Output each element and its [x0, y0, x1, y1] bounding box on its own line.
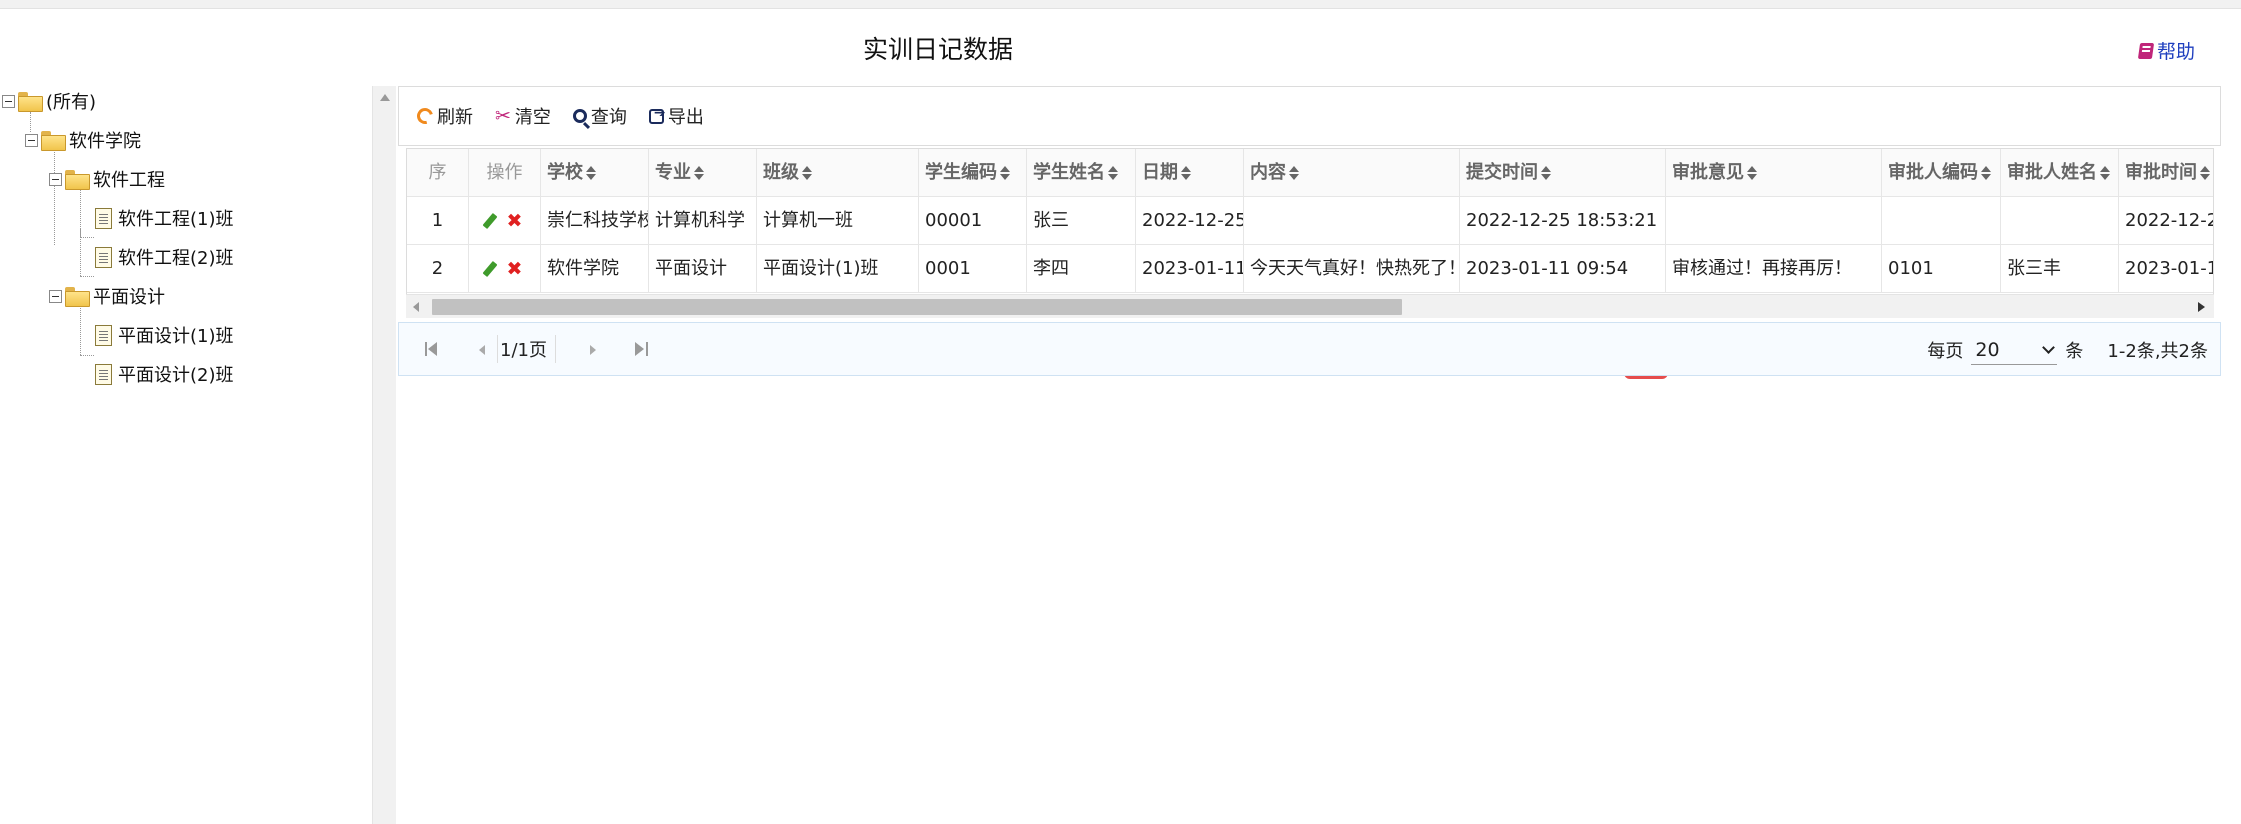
- sort-icon: [2100, 166, 2110, 180]
- last-page-icon[interactable]: [634, 342, 648, 356]
- sort-icon: [1747, 166, 1757, 180]
- refresh-button[interactable]: 刷新: [414, 103, 473, 129]
- sort-icon: [694, 166, 704, 180]
- horizontal-scrollbar[interactable]: [406, 294, 2214, 318]
- first-page-icon[interactable]: [425, 342, 439, 356]
- next-page-icon[interactable]: [586, 342, 600, 356]
- edit-icon[interactable]: [482, 260, 497, 278]
- column-header-major[interactable]: 专业: [649, 149, 757, 197]
- column-header-class[interactable]: 班级: [757, 149, 919, 197]
- tree-scrollbar[interactable]: [372, 86, 396, 824]
- column-header-submit-time[interactable]: 提交时间: [1460, 149, 1666, 197]
- tree-node-all[interactable]: (所有): [2, 86, 96, 116]
- sort-icon: [2200, 166, 2210, 180]
- document-icon: [95, 207, 112, 229]
- edit-icon[interactable]: [482, 212, 497, 230]
- tree-node-gd-class-1[interactable]: 平面设计(1)班: [95, 320, 234, 350]
- scroll-up-arrow-icon[interactable]: [380, 94, 390, 101]
- folder-icon: [65, 287, 90, 307]
- tree-node-se-class-2[interactable]: 软件工程(2)班: [95, 242, 234, 272]
- column-header-content[interactable]: 内容: [1244, 149, 1460, 197]
- sort-icon: [1541, 166, 1551, 180]
- column-header-approver-name[interactable]: 审批人姓名: [2001, 149, 2119, 197]
- table-row[interactable]: 1 ✖ 崇仁科技学校 计算机科学 计算机一班 00001 张三 2022-12-…: [407, 197, 2213, 245]
- chevron-down-icon: [2042, 340, 2056, 354]
- column-header-student-name[interactable]: 学生姓名: [1027, 149, 1136, 197]
- column-header-approval-comment[interactable]: 审批意见: [1666, 149, 1882, 197]
- collapse-toggle-icon[interactable]: [49, 289, 62, 303]
- page-info: 1/1页: [500, 340, 547, 361]
- sort-icon: [1981, 166, 1991, 180]
- scrollbar-thumb[interactable]: [432, 299, 1402, 315]
- scroll-right-arrow-icon[interactable]: [2198, 302, 2205, 312]
- pager-right: 每页 20 条 1-2条,共2条: [1927, 323, 2208, 377]
- column-header-date[interactable]: 日期: [1136, 149, 1244, 197]
- search-icon: [572, 109, 587, 123]
- column-header-approval-time[interactable]: 审批时间: [2119, 149, 2213, 197]
- tree-node-software-college[interactable]: 软件学院: [25, 125, 141, 155]
- page-title: 实训日记数据: [862, 35, 1013, 64]
- tree-node-software-engineering[interactable]: 软件工程: [49, 164, 165, 194]
- sort-icon: [1289, 166, 1299, 180]
- column-header-actions: 操作: [469, 149, 541, 197]
- toolbar: 刷新 ✂ 清空 查询 导出: [398, 86, 2221, 146]
- book-icon: [2137, 42, 2155, 59]
- tree-node-se-class-1[interactable]: 软件工程(1)班: [95, 203, 234, 233]
- pagination-bar: 1/1页 每页 20 条 1-2条,共2条: [398, 322, 2221, 376]
- tree-node-gd-class-2[interactable]: 平面设计(2)班: [95, 359, 234, 389]
- page-size-select[interactable]: 20: [1971, 335, 2058, 365]
- tree-node-graphic-design[interactable]: 平面设计: [49, 281, 165, 311]
- column-header-index: 序: [407, 149, 469, 197]
- table-row[interactable]: 2 ✖ 软件学院 平面设计 平面设计(1)班 0001 李四 2023-01-1…: [407, 245, 2213, 293]
- export-icon: [648, 105, 666, 124]
- folder-icon: [65, 170, 90, 190]
- collapse-toggle-icon[interactable]: [49, 172, 62, 186]
- record-summary: 1-2条,共2条: [2107, 341, 2208, 362]
- delete-icon[interactable]: ✖: [507, 259, 523, 279]
- query-button[interactable]: 查询: [572, 103, 627, 129]
- refresh-icon: [414, 105, 436, 127]
- folder-icon: [41, 131, 66, 151]
- clear-button[interactable]: ✂ 清空: [495, 103, 551, 129]
- folder-icon: [18, 92, 43, 112]
- column-header-approver-code[interactable]: 审批人编码: [1882, 149, 2001, 197]
- export-button[interactable]: 导出: [648, 103, 704, 129]
- scissors-icon: ✂: [495, 104, 511, 127]
- sort-icon: [802, 166, 812, 180]
- main-panel: 刷新 ✂ 清空 查询 导出 序 操作 学校 专业 班级 学生编码 学生姓名 日期…: [398, 86, 2221, 824]
- delete-icon[interactable]: ✖: [507, 211, 523, 231]
- table-header-row: 序 操作 学校 专业 班级 学生编码 学生姓名 日期 内容 提交时间 审批意见 …: [407, 149, 2213, 197]
- collapse-toggle-icon[interactable]: [25, 133, 38, 147]
- help-label: 帮助: [2157, 41, 2196, 63]
- document-icon: [95, 363, 112, 385]
- scroll-left-arrow-icon[interactable]: [413, 302, 419, 312]
- document-icon: [95, 324, 112, 346]
- sort-icon: [1000, 166, 1010, 180]
- column-header-student-code[interactable]: 学生编码: [919, 149, 1027, 197]
- top-bar: [0, 0, 2241, 9]
- unit-label: 条: [2065, 341, 2084, 362]
- document-icon: [95, 246, 112, 268]
- collapse-toggle-icon[interactable]: [2, 94, 15, 108]
- column-header-school[interactable]: 学校: [541, 149, 649, 197]
- per-page-label: 每页: [1927, 341, 1964, 362]
- sort-icon: [1108, 166, 1118, 180]
- sort-icon: [1181, 166, 1191, 180]
- sort-icon: [586, 166, 596, 180]
- data-grid: 序 操作 学校 专业 班级 学生编码 学生姓名 日期 内容 提交时间 审批意见 …: [406, 148, 2214, 318]
- previous-page-icon[interactable]: [475, 342, 489, 356]
- help-link[interactable]: 帮助: [2137, 37, 2196, 64]
